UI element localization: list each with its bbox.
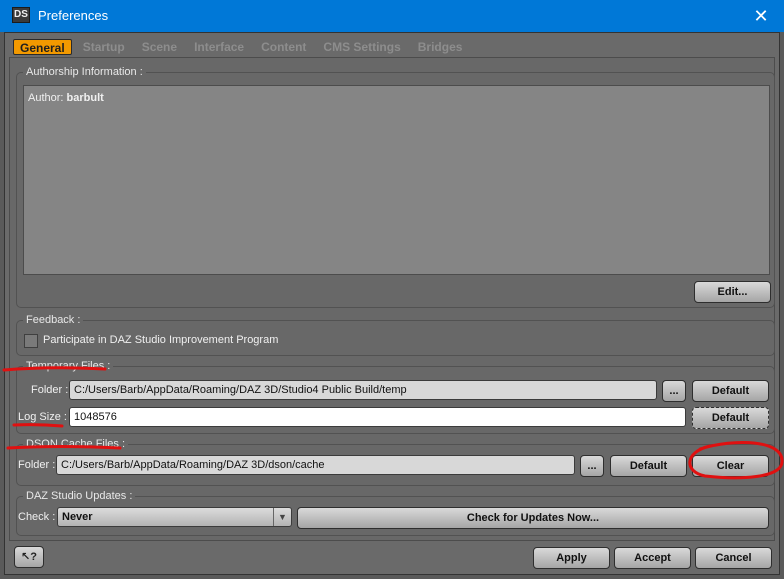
title-bar: DS Preferences ✕	[0, 0, 784, 32]
log-size-field[interactable]: 1048576	[69, 407, 686, 427]
apply-button[interactable]: Apply	[533, 547, 610, 569]
dson-folder-label: Folder :	[18, 459, 56, 471]
dson-cache-group: DSON Cache Files : Folder : C:/Users/Bar…	[16, 438, 775, 486]
authorship-group: Authorship Information : Author: barbult…	[16, 66, 775, 308]
general-panel: Authorship Information : Author: barbult…	[9, 57, 775, 541]
tab-startup[interactable]: Startup	[77, 39, 131, 55]
improvement-program-label: Participate in DAZ Studio Improvement Pr…	[43, 334, 279, 346]
tab-general[interactable]: General	[13, 39, 72, 55]
temporary-files-group: Temporary Files : Folder : C:/Users/Barb…	[16, 360, 775, 434]
temporary-files-legend: Temporary Files :	[23, 360, 114, 372]
accept-button[interactable]: Accept	[614, 547, 691, 569]
close-icon[interactable]: ✕	[738, 0, 784, 32]
chevron-down-icon[interactable]: ▼	[273, 508, 291, 526]
temp-folder-default-button[interactable]: Default	[692, 380, 769, 402]
author-info-area: Author: barbult	[23, 85, 770, 275]
check-frequency-select[interactable]: Never ▼	[57, 507, 292, 527]
tab-content[interactable]: Content	[255, 39, 312, 55]
check-frequency-label: Check :	[18, 511, 56, 523]
author-line: Author: barbult	[28, 92, 104, 104]
updates-legend: DAZ Studio Updates :	[23, 490, 136, 502]
author-prefix: Author:	[28, 92, 64, 104]
authorship-legend: Authorship Information :	[23, 66, 146, 78]
tab-scene[interactable]: Scene	[136, 39, 183, 55]
edit-button[interactable]: Edit...	[694, 281, 771, 303]
cancel-button[interactable]: Cancel	[695, 547, 772, 569]
dson-folder-field[interactable]: C:/Users/Barb/AppData/Roaming/DAZ 3D/dso…	[56, 455, 575, 475]
temp-folder-field[interactable]: C:/Users/Barb/AppData/Roaming/DAZ 3D/Stu…	[69, 380, 657, 400]
dson-cache-clear-button[interactable]: Clear	[692, 455, 769, 477]
log-size-label: Log Size :	[18, 411, 67, 423]
feedback-legend: Feedback :	[23, 314, 84, 326]
tab-cms-settings[interactable]: CMS Settings	[317, 39, 406, 55]
dialog-body: General Startup Scene Interface Content …	[4, 32, 780, 575]
tab-bar: General Startup Scene Interface Content …	[13, 39, 473, 55]
window-title: Preferences	[38, 8, 109, 23]
feedback-group: Feedback : Participate in DAZ Studio Imp…	[16, 314, 775, 356]
check-frequency-value: Never	[62, 511, 93, 523]
temp-folder-label: Folder :	[31, 384, 69, 396]
dson-cache-legend: DSON Cache Files :	[23, 438, 129, 450]
tab-bridges[interactable]: Bridges	[412, 39, 469, 55]
tab-interface[interactable]: Interface	[188, 39, 250, 55]
updates-group: DAZ Studio Updates : Check : Never ▼ Che…	[16, 490, 775, 536]
dson-folder-browse-button[interactable]: ...	[580, 455, 604, 477]
author-name: barbult	[66, 92, 104, 104]
check-updates-now-button[interactable]: Check for Updates Now...	[297, 507, 769, 529]
app-logo-icon: DS	[12, 7, 30, 23]
help-cursor-icon[interactable]: ↖?	[14, 546, 44, 568]
temp-folder-browse-button[interactable]: ...	[662, 380, 686, 402]
log-size-default-button[interactable]: Default	[692, 407, 769, 429]
dson-folder-default-button[interactable]: Default	[610, 455, 687, 477]
improvement-program-checkbox[interactable]	[24, 334, 38, 348]
